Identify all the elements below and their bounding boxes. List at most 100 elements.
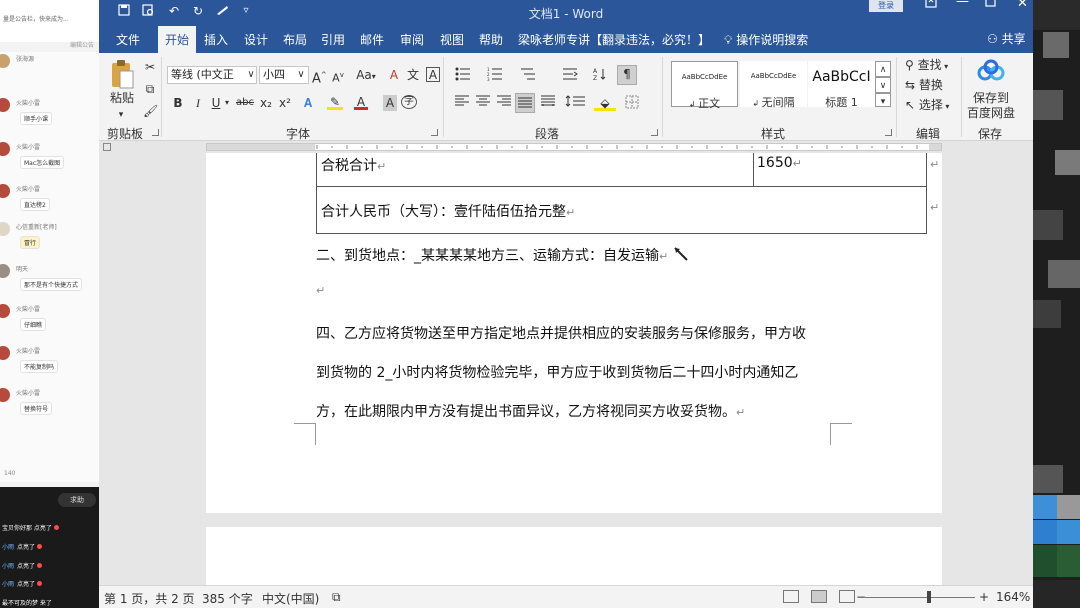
ribbon-display-icon[interactable] [925, 0, 937, 12]
zoom-slider[interactable] [865, 597, 975, 598]
bold-button[interactable]: B [171, 95, 185, 111]
find-button[interactable]: ⚲ 查找 ▾ [905, 57, 948, 73]
chat-user[interactable]: 心信重新[老师] 冒行 [0, 220, 99, 256]
tab-home[interactable]: 开始 [158, 26, 197, 53]
tab-file[interactable]: 文件 [116, 31, 140, 48]
styles-more-icon[interactable]: ▾ [875, 93, 891, 107]
font-name-combo[interactable]: 等线 (中文正 [167, 66, 257, 84]
styles-scroll-up-icon[interactable]: ∧ [875, 61, 891, 77]
tab-layout[interactable]: 布局 [283, 31, 307, 48]
chat-user[interactable]: 火柴小雷 替换符号 [0, 386, 99, 422]
chat-user[interactable]: 火柴小雷 直达榜2 [0, 182, 99, 218]
accessibility-icon[interactable]: ⧉ [332, 590, 341, 605]
align-left-icon[interactable] [454, 95, 470, 111]
distributed-icon[interactable] [540, 95, 556, 111]
paragraph-shading-icon[interactable]: ⬙ [594, 95, 616, 111]
chat-announcement-edit[interactable]: 编辑公告 [70, 40, 94, 49]
style-heading-1[interactable]: AaBbCcI 标题 1 [808, 61, 875, 109]
italic-button[interactable]: I [191, 95, 205, 111]
table-cell[interactable]: 合计人民币（大写）：壹仟陆佰伍拾元整↵ [321, 201, 575, 221]
tab-review[interactable]: 审阅 [400, 31, 424, 48]
chinese-layout-icon[interactable] [561, 67, 579, 83]
enclose-characters-icon[interactable]: 字 [401, 95, 417, 109]
align-center-icon[interactable] [475, 95, 491, 111]
baidu-cloud-icon[interactable] [976, 59, 1006, 83]
tab-mailings[interactable]: 邮件 [360, 31, 384, 48]
print-layout-icon[interactable] [811, 590, 827, 603]
web-layout-icon[interactable] [839, 590, 855, 603]
chat-user[interactable]: 火柴小雷 Mac怎么截图 [0, 140, 99, 176]
bullets-icon[interactable] [454, 67, 472, 83]
paragraph-launcher-icon[interactable] [651, 129, 658, 136]
maximize-button[interactable] [985, 0, 996, 11]
cut-icon[interactable]: ✂ [143, 59, 157, 75]
chat-user[interactable]: 火柴小雷 不能复制吗 [0, 344, 99, 380]
tab-view[interactable]: 视图 [440, 31, 464, 48]
styles-launcher-icon[interactable] [885, 129, 892, 136]
paragraph-line[interactable]: 到货物的 2_小时内将货物检验完毕，甲方应于收到货物后二十四小时内通知乙 [316, 362, 798, 382]
zoom-slider-thumb[interactable] [926, 591, 931, 603]
chat-user[interactable]: 明天 那不是有个快捷方式 [0, 262, 99, 298]
superscript-button[interactable]: x² [278, 95, 292, 111]
paste-icon[interactable] [109, 57, 135, 91]
page-count[interactable]: 第 1 页，共 2 页 [104, 590, 195, 607]
vertical-scrollbar[interactable] [1015, 153, 1033, 585]
replace-button[interactable]: ⇆ 替换 [905, 77, 943, 93]
chat-user[interactable]: 张海源 [0, 52, 99, 88]
paste-button[interactable]: 粘贴 [107, 90, 137, 106]
change-case-icon[interactable]: Aa▾ [353, 67, 379, 83]
language-indicator[interactable]: 中文(中国) [262, 590, 319, 607]
chat-user[interactable]: 火柴小雷 顺手小课 [0, 96, 99, 132]
tab-references[interactable]: 引用 [321, 31, 345, 48]
line-spacing-icon[interactable] [565, 95, 587, 111]
horizontal-ruler[interactable] [206, 143, 942, 151]
styles-scroll-down-icon[interactable]: ∨ [875, 77, 891, 93]
copy-icon[interactable]: ⧉ [143, 81, 157, 97]
font-color-icon[interactable]: A [354, 94, 368, 110]
character-border-icon[interactable]: A [426, 67, 440, 82]
format-painter-icon[interactable]: 🖌︎ [143, 103, 158, 119]
character-shading-icon[interactable]: A [383, 95, 397, 111]
multilevel-list-icon[interactable] [519, 67, 537, 83]
paragraph-line[interactable]: 四、乙方应将货物送至甲方指定地点并提供相应的安装服务与保修服务，甲方收 [316, 323, 806, 343]
tab-custom[interactable]: 梁咏老师专讲【翻录违法，必究！】 [518, 31, 710, 48]
minimize-button[interactable]: — [956, 0, 969, 9]
justify-icon[interactable] [515, 93, 535, 113]
align-right-icon[interactable] [496, 95, 512, 111]
sort-icon[interactable]: AZ [593, 67, 607, 83]
shrink-font-icon[interactable]: Av [331, 67, 345, 85]
tab-insert[interactable]: 插入 [204, 31, 228, 48]
chat-user[interactable]: 火柴小雷 仔细瞧 [0, 302, 99, 338]
underline-button[interactable]: U [209, 95, 223, 111]
underline-dropdown-icon[interactable]: ▾ [223, 95, 231, 111]
share-button[interactable]: ⚇ 共享 [987, 30, 1026, 47]
font-size-dropdown-icon[interactable]: ∨ [295, 67, 307, 83]
clipboard-launcher-icon[interactable] [152, 129, 159, 136]
phonetic-guide-icon[interactable]: 文 [406, 67, 420, 83]
tab-selector-icon[interactable] [103, 143, 111, 151]
zoom-in-button[interactable]: + [979, 590, 989, 604]
clear-formatting-icon[interactable]: A [387, 67, 401, 83]
text-effects-icon[interactable]: 𝐀 [301, 95, 315, 111]
close-button[interactable]: ✕ [1017, 0, 1028, 11]
paste-dropdown-icon[interactable]: ▾ [113, 107, 129, 123]
login-button[interactable]: 登录 [869, 0, 903, 12]
tell-me-search[interactable]: 💡︎ 操作说明搜索 [724, 31, 808, 48]
read-mode-icon[interactable] [783, 590, 799, 603]
tab-design[interactable]: 设计 [244, 31, 268, 48]
subscript-button[interactable]: x₂ [259, 95, 273, 111]
font-name-dropdown-icon[interactable]: ∨ [245, 67, 257, 83]
numbering-icon[interactable]: 123 [486, 67, 504, 83]
save-to-baidu-label2[interactable]: 百度网盘 [965, 105, 1017, 121]
document-page-2[interactable] [206, 527, 942, 585]
word-count[interactable]: 385 个字 [202, 590, 253, 607]
help-button[interactable]: 求助 [58, 493, 96, 507]
select-button[interactable]: ↖ 选择 ▾ [905, 97, 949, 113]
tab-help[interactable]: 帮助 [479, 31, 503, 48]
paragraph-delivery[interactable]: 二、到货地点：_某某某某地方三、运输方式：自发运输↵ [316, 245, 689, 266]
table-cell[interactable]: 1650↵ [757, 155, 802, 171]
document-page-1[interactable]: 合税合计↵ 1650↵ 合计人民币（大写）：壹仟陆佰伍拾元整↵ ↵ ↵ 二、到货… [206, 153, 942, 513]
style-no-spacing[interactable]: AaBbCcDdEe ↲ 无间隔 [740, 61, 807, 109]
borders-icon[interactable] [621, 95, 643, 111]
font-launcher-icon[interactable] [431, 129, 438, 136]
